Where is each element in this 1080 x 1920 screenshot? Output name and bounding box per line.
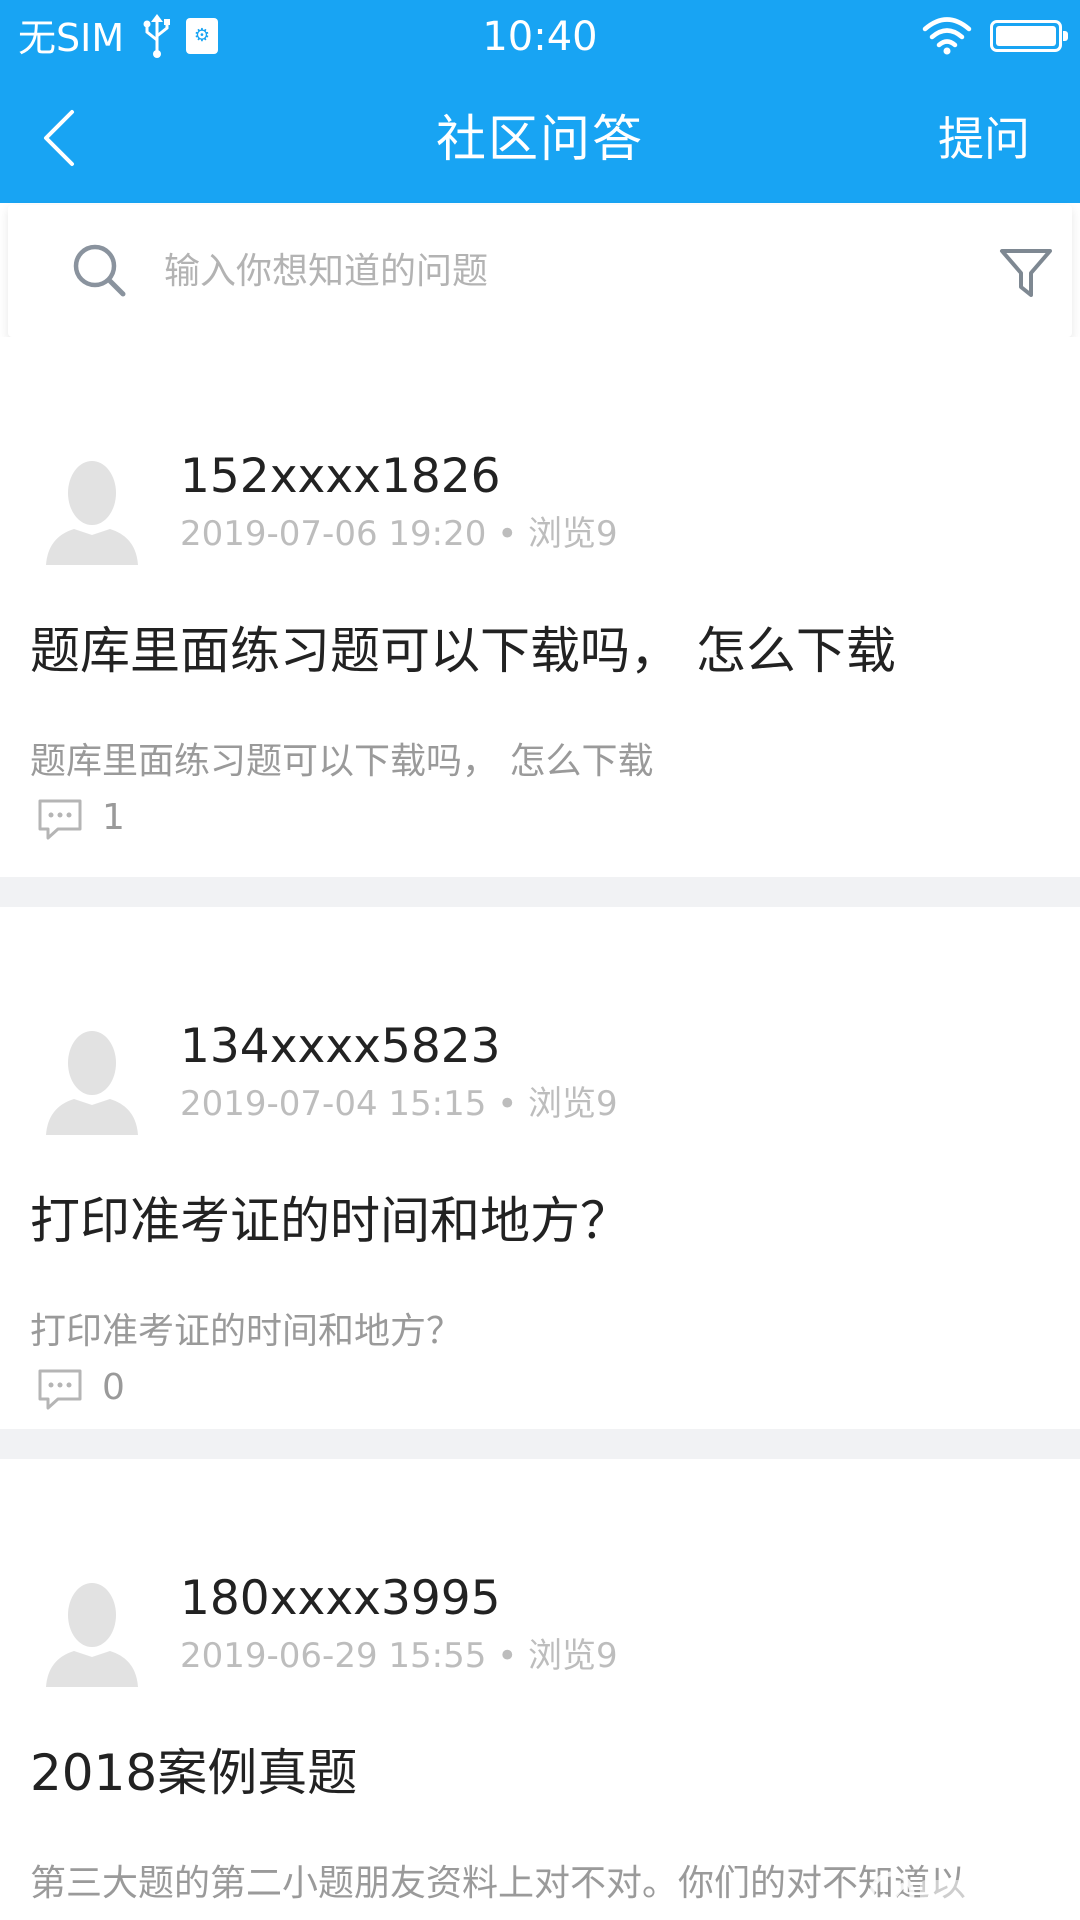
filter-icon[interactable] xyxy=(998,245,1054,301)
search-bar xyxy=(8,205,1072,337)
post-meta: 2019-07-06 19:20 • 浏览9 xyxy=(180,514,618,554)
card-separator xyxy=(0,1429,1080,1459)
question-card[interactable]: 180xxxx3995 2019-06-29 15:55 • 浏览9 2018案… xyxy=(0,1459,1080,1920)
wifi-icon xyxy=(922,17,972,55)
question-title: 打印准考证的时间和地方？ xyxy=(30,1192,630,1250)
comment-count: 1 xyxy=(102,797,125,838)
post-meta: 2019-07-04 15:15 • 浏览9 xyxy=(180,1084,618,1124)
comment-icon xyxy=(38,799,82,840)
username: 180xxxx3995 xyxy=(180,1571,501,1626)
comment-count: 0 xyxy=(102,1367,125,1408)
username: 152xxxx1826 xyxy=(180,449,501,504)
question-title: 题库里面练习题可以下载吗， 怎么下载 xyxy=(30,622,896,680)
username: 134xxxx5823 xyxy=(180,1019,501,1074)
question-title: 2018案例真题 xyxy=(30,1744,358,1802)
watermark-logo xyxy=(869,1871,1060,1917)
battery-icon xyxy=(990,20,1068,52)
comment-icon xyxy=(38,1369,82,1410)
ask-question-button[interactable]: 提问 xyxy=(938,104,1030,174)
page-title: 社区问答 xyxy=(436,110,644,168)
status-bar: 无SIM ⚙ 10:40 xyxy=(0,0,1080,76)
app-screen: 无SIM ⚙ 10:40 社区问答 提问 输入你想知道的问题 152xxxx18… xyxy=(0,0,1080,1920)
avatar-icon xyxy=(46,461,138,565)
battery-level xyxy=(996,26,1056,46)
card-separator xyxy=(0,877,1080,907)
question-card[interactable]: 134xxxx5823 2019-07-04 15:15 • 浏览9 打印准考证… xyxy=(0,907,1080,1429)
avatar-icon xyxy=(46,1583,138,1687)
search-input[interactable] xyxy=(164,239,934,303)
header: 无SIM ⚙ 10:40 社区问答 提问 xyxy=(0,0,1080,203)
question-description: 题库里面练习题可以下载吗， 怎么下载 xyxy=(30,741,654,782)
status-time: 10:40 xyxy=(482,14,598,60)
search-icon xyxy=(73,244,126,297)
question-card[interactable]: 152xxxx1826 2019-07-06 19:20 • 浏览9 题库里面练… xyxy=(0,337,1080,877)
question-feed: 152xxxx1826 2019-07-06 19:20 • 浏览9 题库里面练… xyxy=(0,337,1080,1920)
post-meta: 2019-06-29 15:55 • 浏览9 xyxy=(180,1636,618,1676)
question-description: 打印准考证的时间和地方？ xyxy=(30,1311,463,1352)
avatar-icon xyxy=(46,1031,138,1135)
